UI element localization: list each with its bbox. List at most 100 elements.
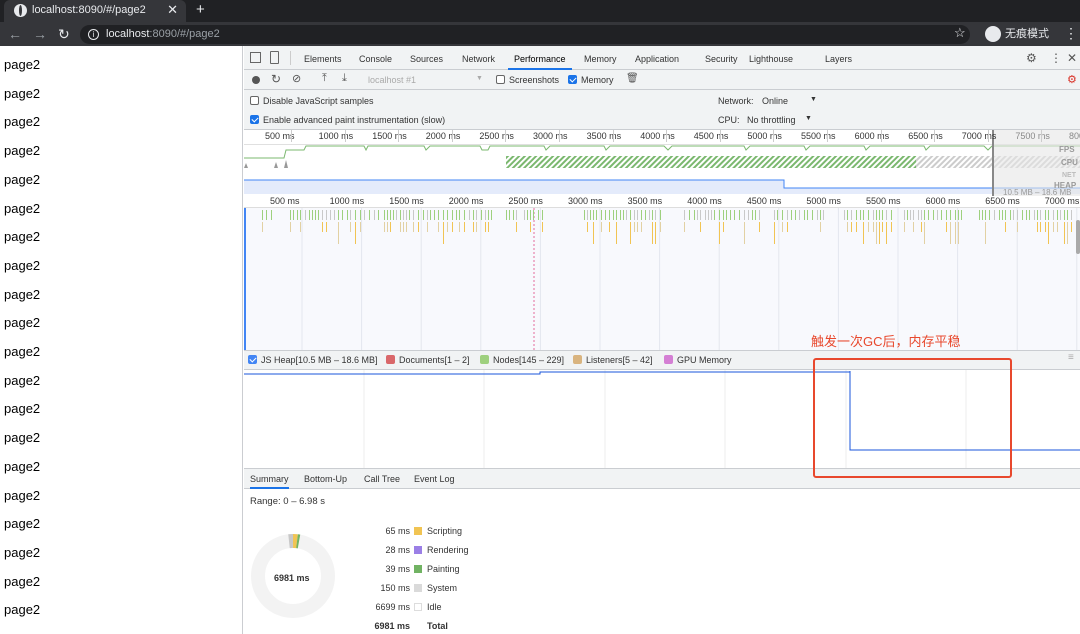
timeline-overview[interactable]: 500 ms 1000 ms 1500 ms 2000 ms 2500 ms 3000 m…: [244, 130, 1080, 197]
task-tick[interactable]: [787, 222, 788, 232]
task-tick[interactable]: [891, 222, 892, 232]
device-toolbar-icon[interactable]: [270, 51, 279, 64]
task-tick[interactable]: [1005, 222, 1006, 232]
devtools-tab-elements[interactable]: Elements: [304, 46, 342, 70]
task-tick[interactable]: [660, 222, 661, 232]
task-tick[interactable]: [759, 222, 760, 232]
task-tick[interactable]: [384, 222, 385, 232]
task-tick[interactable]: [958, 222, 959, 244]
browser-tab[interactable]: localhost:8090/#/page2 ✕: [4, 0, 186, 22]
task-tick[interactable]: [390, 222, 391, 232]
forward-arrow-icon[interactable]: →: [33, 25, 47, 43]
task-tick[interactable]: [924, 222, 925, 244]
devtools-tab-network[interactable]: Network: [462, 46, 495, 70]
task-tick[interactable]: [886, 222, 887, 244]
devtools-tab-performance[interactable]: Performance: [508, 46, 572, 70]
back-arrow-icon[interactable]: ←: [8, 25, 22, 43]
task-tick[interactable]: [634, 222, 635, 232]
task-tick[interactable]: [542, 222, 543, 232]
legend-checkbox[interactable]: [480, 355, 489, 364]
task-tick[interactable]: [452, 222, 453, 232]
details-tab-event-log[interactable]: Event Log: [414, 469, 455, 489]
task-tick[interactable]: [774, 222, 775, 244]
task-tick[interactable]: [868, 222, 869, 232]
screenshots-checkbox[interactable]: [496, 75, 505, 84]
task-tick[interactable]: [1045, 222, 1046, 232]
task-tick[interactable]: [438, 222, 439, 232]
details-tab-call-tree[interactable]: Call Tree: [364, 469, 400, 489]
record-icon[interactable]: [252, 76, 260, 84]
new-tab-button[interactable]: +: [196, 0, 205, 20]
clear-icon[interactable]: ⊘: [292, 72, 301, 85]
devtools-tab-layers[interactable]: Layers: [825, 46, 852, 70]
task-tick[interactable]: [530, 222, 531, 232]
details-tab-summary[interactable]: Summary: [250, 469, 289, 489]
task-tick[interactable]: [443, 222, 444, 244]
legend-checkbox[interactable]: [573, 355, 582, 364]
task-tick[interactable]: [744, 222, 745, 244]
task-tick[interactable]: [406, 222, 407, 232]
inspect-element-icon[interactable]: [250, 52, 261, 63]
save-profile-icon[interactable]: ⤓: [342, 72, 347, 85]
task-tick[interactable]: [782, 222, 783, 232]
task-tick[interactable]: [723, 222, 724, 232]
task-tick[interactable]: [459, 222, 460, 232]
legend-checkbox[interactable]: [386, 355, 395, 364]
legend-item[interactable]: Nodes[145 – 229]: [480, 355, 564, 365]
task-tick[interactable]: [387, 222, 388, 232]
task-tick[interactable]: [360, 222, 361, 232]
task-tick[interactable]: [950, 222, 951, 244]
legend-checkbox[interactable]: [248, 355, 257, 364]
task-tick[interactable]: [1040, 222, 1041, 232]
reload-profile-icon[interactable]: ↻: [271, 72, 281, 86]
task-tick[interactable]: [609, 222, 610, 232]
task-tick[interactable]: [1067, 222, 1068, 244]
task-tick[interactable]: [913, 222, 914, 232]
task-tick[interactable]: [719, 222, 720, 244]
close-devtools-icon[interactable]: ✕: [1067, 51, 1077, 65]
task-tick[interactable]: [593, 222, 594, 244]
network-throttle-select[interactable]: Online: [762, 96, 788, 106]
task-tick[interactable]: [904, 222, 905, 232]
legend-item[interactable]: Documents[1 – 2]: [386, 355, 470, 365]
task-tick[interactable]: [630, 222, 631, 244]
task-tick[interactable]: [473, 222, 474, 232]
task-tick[interactable]: [290, 222, 291, 232]
task-tick[interactable]: [1064, 222, 1065, 244]
task-tick[interactable]: [322, 222, 323, 232]
task-tick[interactable]: [464, 222, 465, 232]
legend-checkbox[interactable]: [664, 355, 673, 364]
task-tick[interactable]: [355, 222, 356, 244]
site-info-icon[interactable]: i: [88, 29, 99, 40]
enable-paint-checkbox[interactable]: [250, 115, 259, 124]
task-tick[interactable]: [300, 222, 301, 232]
timeline-main[interactable]: 500 ms 1000 ms 1500 ms 2000 ms 2500 ms 3000 m…: [244, 196, 1080, 350]
screenshots-toggle[interactable]: Screenshots: [496, 75, 559, 85]
task-tick[interactable]: [684, 222, 685, 232]
task-tick[interactable]: [637, 222, 638, 232]
disable-js-samples-checkbox[interactable]: [250, 96, 259, 105]
memory-toggle[interactable]: Memory: [568, 75, 614, 85]
task-tick[interactable]: [700, 222, 701, 232]
task-tick[interactable]: [876, 222, 877, 244]
task-tick[interactable]: [616, 222, 617, 244]
task-tick[interactable]: [326, 222, 327, 232]
devtools-tab-memory[interactable]: Memory: [584, 46, 617, 70]
main-scrollbar[interactable]: [1076, 220, 1080, 254]
task-tick[interactable]: [485, 222, 486, 232]
task-tick[interactable]: [413, 222, 414, 232]
devtools-tab-console[interactable]: Console: [359, 46, 392, 70]
task-tick[interactable]: [447, 222, 448, 232]
task-tick[interactable]: [400, 222, 401, 232]
task-tick[interactable]: [262, 222, 263, 232]
drag-handle-icon[interactable]: ≡: [1068, 352, 1074, 363]
task-tick[interactable]: [476, 222, 477, 232]
task-tick[interactable]: [847, 222, 848, 232]
task-tick[interactable]: [820, 222, 821, 232]
task-tick[interactable]: [985, 222, 986, 244]
devtools-tab-application[interactable]: Application: [635, 46, 679, 70]
task-tick[interactable]: [601, 222, 602, 232]
incognito-indicator[interactable]: 无痕模式: [985, 25, 1049, 43]
cpu-throttle-select[interactable]: No throttling: [747, 115, 796, 125]
task-tick[interactable]: [856, 222, 857, 232]
